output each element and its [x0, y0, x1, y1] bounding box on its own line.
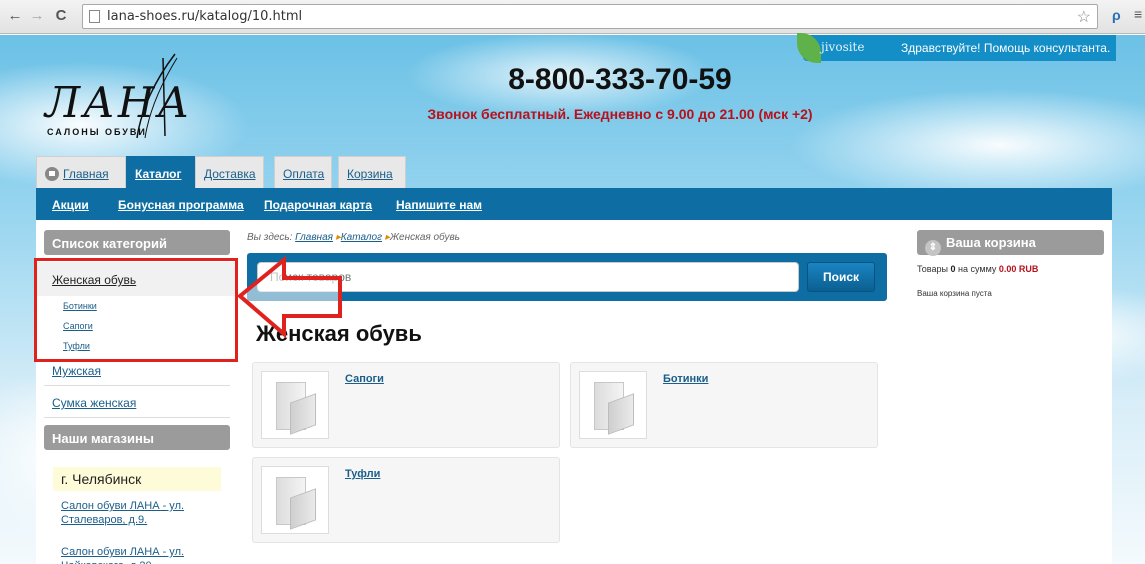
search-button[interactable]: Поиск [807, 262, 875, 292]
sidebar-divider [44, 417, 230, 418]
tab-payment-label: Оплата [283, 167, 325, 181]
breadcrumb-current: Женская обувь [389, 232, 460, 243]
category-thumbnail [579, 371, 647, 439]
logo-subtitle: САЛОНЫ ОБУВИ [47, 127, 147, 137]
category-card[interactable]: Туфли [252, 457, 560, 543]
city-label: г. Челябинск [53, 467, 221, 491]
bookmark-star-icon[interactable]: ☆ [1077, 7, 1091, 27]
cart-heading: ⇕ Ваша корзина [917, 230, 1104, 256]
annotation-highlight-box [34, 258, 238, 362]
category-card[interactable]: Ботинки [570, 362, 878, 448]
cart-items-label: Товары [917, 264, 948, 274]
back-arrow-icon[interactable]: ← [6, 7, 24, 25]
address-bar[interactable]: lana-shoes.ru/katalog/10.html ☆ [82, 4, 1098, 29]
subnav-promotions[interactable]: Акции [52, 198, 89, 212]
breadcrumb-prefix: Вы здесь: [247, 232, 293, 243]
tab-delivery-label: Доставка [204, 167, 256, 181]
cart-count: 0 [950, 264, 956, 274]
tab-catalog[interactable]: Каталог [126, 156, 195, 188]
folder-icon [594, 382, 634, 435]
category-card-title[interactable]: Сапоги [345, 373, 384, 385]
folder-icon [276, 477, 316, 530]
category-womens-bag[interactable]: Сумка женская [52, 396, 136, 410]
phone-note: Звонок бесплатный. Ежедневно с 9.00 до 2… [427, 106, 813, 122]
tab-cart-label: Корзина [347, 167, 393, 181]
tab-payment[interactable]: Оплата [274, 156, 332, 188]
tab-home-label: Главная [63, 167, 109, 181]
cart-toggle-icon[interactable]: ⇕ [925, 240, 941, 256]
extension-icon[interactable]: ρ [1112, 7, 1121, 23]
category-mens[interactable]: Мужская [52, 364, 101, 378]
store-link-2[interactable]: Салон обуви ЛАНА - ул. Чайковского, д.20 [61, 545, 211, 564]
phone-number: 8-800-333-70-59 [508, 63, 732, 96]
tab-home[interactable]: Главная [36, 156, 126, 188]
cart-sum-label: на сумму [958, 264, 997, 274]
breadcrumb-catalog[interactable]: Каталог [341, 232, 382, 243]
category-thumbnail [261, 371, 329, 439]
subnav-write-us[interactable]: Напишите нам [396, 198, 482, 212]
cart-empty-text: Ваша корзина пуста [917, 289, 992, 298]
breadcrumb-home[interactable]: Главная [295, 232, 333, 243]
category-card-title[interactable]: Ботинки [663, 373, 708, 385]
menu-icon[interactable]: ≡ [1134, 6, 1142, 22]
categories-heading: Список категорий [44, 230, 230, 255]
tab-cart[interactable]: Корзина [338, 156, 406, 188]
cart-title: Ваша корзина [946, 235, 1036, 250]
subnav-bonus-program[interactable]: Бонусная программа [118, 198, 244, 212]
jivosite-chat-bar[interactable]: jivosite Здравствуйте! Помощь консультан… [797, 33, 1116, 63]
tab-delivery[interactable]: Доставка [195, 156, 264, 188]
jivosite-message: Здравствуйте! Помощь консультанта. [901, 41, 1111, 55]
category-card-title[interactable]: Туфли [345, 468, 380, 480]
cart-sum: 0.00 RUB [998, 264, 1039, 274]
sub-navigation: Акции Бонусная программа Подарочная карт… [36, 188, 1112, 220]
forward-arrow-icon[interactable]: → [28, 7, 46, 25]
page-icon [89, 10, 100, 23]
tab-catalog-label: Каталог [135, 167, 182, 181]
sidebar-divider [44, 385, 230, 386]
annotation-arrow-icon [236, 255, 342, 339]
subnav-gift-card[interactable]: Подарочная карта [264, 198, 372, 212]
jivosite-name: jivosite [821, 40, 865, 54]
browser-toolbar: ← → C lana-shoes.ru/katalog/10.html ☆ ρ … [0, 0, 1145, 34]
logo-text: ЛАНА [45, 78, 193, 127]
home-icon [45, 167, 59, 181]
reload-icon[interactable]: C [52, 7, 70, 25]
category-card[interactable]: Сапоги [252, 362, 560, 448]
store-link-1[interactable]: Салон обуви ЛАНА - ул. Сталеваров, д.9. [61, 499, 211, 527]
site-logo[interactable]: ЛАНА САЛОНЫ ОБУВИ [45, 50, 189, 150]
stores-heading: Наши магазины [44, 425, 230, 450]
folder-icon [276, 382, 316, 435]
cart-summary: Товары 0 на сумму 0.00 RUB [917, 264, 1038, 274]
category-thumbnail [261, 466, 329, 534]
breadcrumb: Вы здесь: Главная ▸Каталог ▸Женская обув… [247, 232, 460, 243]
url-text: lana-shoes.ru/katalog/10.html [107, 9, 303, 24]
